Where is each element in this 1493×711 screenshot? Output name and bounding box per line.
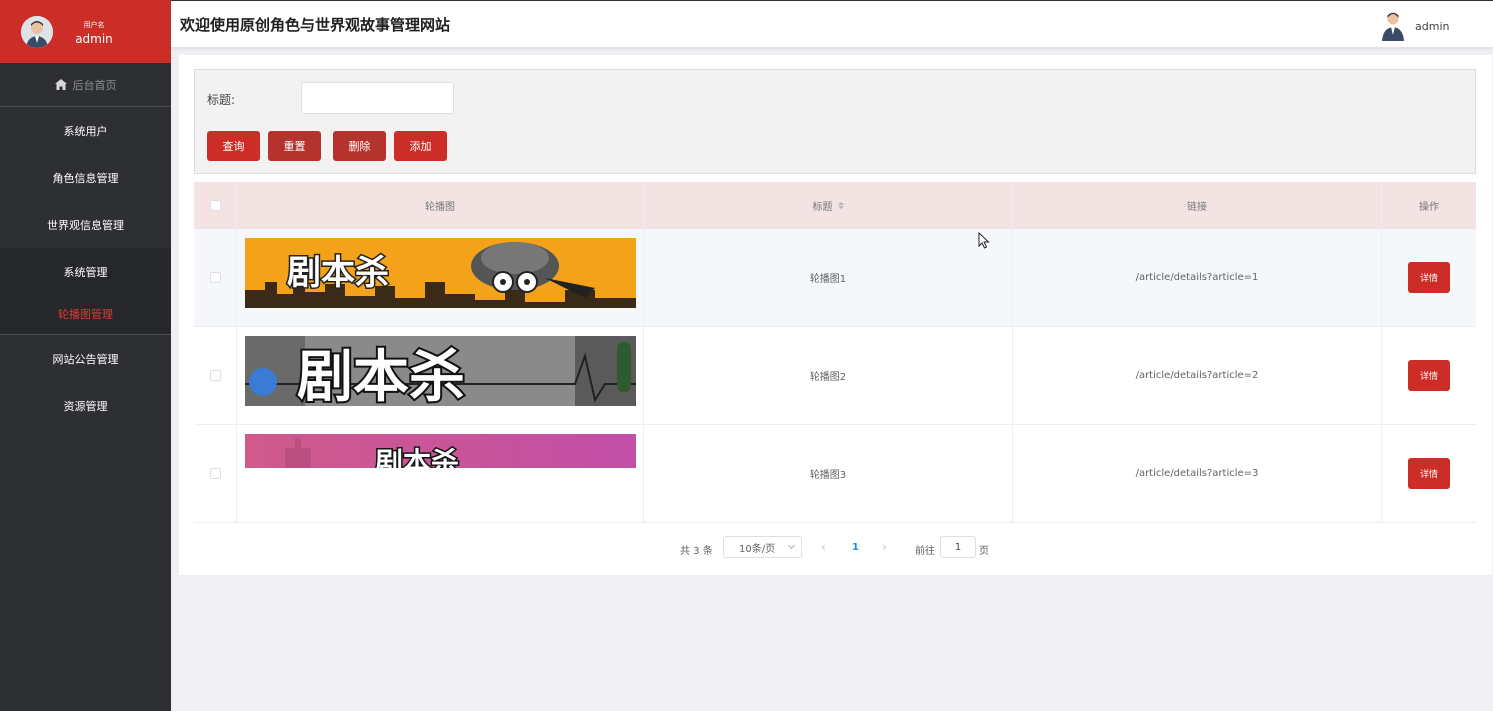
goto-label: 前往 xyxy=(915,546,935,557)
goto-suffix: 页 xyxy=(979,546,989,557)
page-size-select[interactable]: 10条/页 xyxy=(723,536,802,558)
table-row: 剧本杀 轮播图2 /article/details?article=2 详情 xyxy=(194,327,1476,425)
header-checkbox-cell xyxy=(194,182,237,229)
user-name-label: 用户名 xyxy=(83,21,105,29)
link-cell: /article/details?article=1 xyxy=(1013,229,1382,326)
column-header-action: 操作 xyxy=(1419,202,1439,213)
query-button[interactable]: 查询 xyxy=(207,131,260,161)
goto-page-input[interactable]: 1 xyxy=(940,536,976,558)
select-all-checkbox[interactable] xyxy=(209,200,221,211)
page-size-value: 10条/页 xyxy=(739,543,776,555)
column-header-link: 链接 xyxy=(1013,182,1382,229)
link-cell: /article/details?article=3 xyxy=(1013,425,1382,522)
table-row: 剧本杀 轮播图1 /article/details?article=1 详情 xyxy=(194,229,1476,327)
user-name-value: admin xyxy=(75,32,113,46)
title-cell: 轮播图1 xyxy=(644,229,1013,326)
add-button[interactable]: 添加 xyxy=(394,131,447,161)
sidebar-item-resource-manage[interactable]: 资源管理 xyxy=(0,382,171,429)
page-title: 欢迎使用原创角色与世界观故事管理网站 xyxy=(180,16,451,34)
title-cell: 轮播图2 xyxy=(644,327,1013,424)
sidebar-home-link[interactable]: 后台首页 xyxy=(0,63,171,107)
user-avatar xyxy=(21,16,53,48)
prev-page-icon[interactable]: ‹ xyxy=(821,540,826,554)
table-row: 剧本杀 轮播图3 /article/details?article=3 详情 xyxy=(194,425,1476,523)
banner-text-1: 剧本杀 xyxy=(287,253,389,293)
delete-button[interactable]: 删除 xyxy=(333,131,386,161)
sidebar-item-notice-manage[interactable]: 网站公告管理 xyxy=(0,335,171,382)
row-checkbox[interactable] xyxy=(209,370,221,381)
title-filter-label: 标题: xyxy=(207,93,236,107)
banner-text-3: 剧本杀 xyxy=(375,446,459,468)
row-checkbox[interactable] xyxy=(209,272,221,283)
banner-image-3: 剧本杀 xyxy=(244,434,636,468)
header-username[interactable]: admin xyxy=(1415,20,1449,33)
sidebar-user-panel: 用户名 admin xyxy=(0,0,171,63)
row-checkbox[interactable] xyxy=(209,468,221,479)
header-avatar[interactable] xyxy=(1380,9,1406,41)
banner-image-1: 剧本杀 xyxy=(244,238,636,308)
top-header: 欢迎使用原创角色与世界观故事管理网站 admin xyxy=(171,0,1493,47)
main-panel: 标题: 查询 重置 删除 添加 轮播图 标题 链接 操作 剧本杀 轮播图1 /a… xyxy=(179,55,1492,575)
pagination-total: 共 3 条 xyxy=(680,546,713,557)
row-checkbox-cell xyxy=(194,229,237,326)
column-header-title[interactable]: 标题 xyxy=(644,182,1013,229)
sidebar-home-label: 后台首页 xyxy=(72,78,117,92)
mouse-cursor-icon xyxy=(978,232,990,249)
sidebar-group-system: 系统管理 轮播图管理 xyxy=(0,248,171,335)
sidebar-item-system-users[interactable]: 系统用户 xyxy=(0,107,171,154)
sidebar: 用户名 admin 后台首页 系统用户 角色信息管理 世界观信息管理 系统管理 … xyxy=(0,0,171,711)
title-cell: 轮播图3 xyxy=(644,425,1013,522)
action-cell: 详情 xyxy=(1382,229,1476,326)
detail-button[interactable]: 详情 xyxy=(1408,262,1450,293)
sidebar-item-carousel-manage[interactable]: 轮播图管理 xyxy=(0,296,171,334)
sidebar-item-system-manage[interactable]: 系统管理 xyxy=(0,248,171,296)
sort-caret-icon[interactable] xyxy=(837,202,844,209)
chevron-down-icon xyxy=(787,541,796,550)
banner-cell: 剧本杀 xyxy=(237,425,644,522)
next-page-icon[interactable]: › xyxy=(882,540,887,554)
table-header: 轮播图 标题 链接 操作 xyxy=(194,182,1476,229)
search-form: 标题: 查询 重置 删除 添加 xyxy=(194,69,1476,174)
link-cell: /article/details?article=2 xyxy=(1013,327,1382,424)
detail-button[interactable]: 详情 xyxy=(1408,360,1450,391)
banner-cell: 剧本杀 xyxy=(237,327,644,424)
banner-cell: 剧本杀 xyxy=(237,229,644,326)
carousel-table: 轮播图 标题 链接 操作 剧本杀 轮播图1 /article/details?a… xyxy=(194,182,1476,523)
detail-button[interactable]: 详情 xyxy=(1408,458,1450,489)
banner-image-2: 剧本杀 xyxy=(244,336,636,406)
action-cell: 详情 xyxy=(1382,425,1476,522)
home-icon xyxy=(54,79,67,90)
pagination: 共 3 条 10条/页 ‹ 1 › 前往 1 页 xyxy=(179,536,1492,560)
title-filter-input[interactable] xyxy=(301,82,454,114)
reset-button[interactable]: 重置 xyxy=(268,131,321,161)
row-checkbox-cell xyxy=(194,327,237,424)
column-header-banner: 轮播图 xyxy=(237,182,644,229)
action-cell: 详情 xyxy=(1382,327,1476,424)
sidebar-item-worldview-info[interactable]: 世界观信息管理 xyxy=(0,201,171,248)
sidebar-item-role-info[interactable]: 角色信息管理 xyxy=(0,154,171,201)
banner-text-2: 剧本杀 xyxy=(297,345,465,406)
column-header-title-label: 标题 xyxy=(812,202,833,213)
row-checkbox-cell xyxy=(194,425,237,522)
page-number-current[interactable]: 1 xyxy=(852,542,859,553)
